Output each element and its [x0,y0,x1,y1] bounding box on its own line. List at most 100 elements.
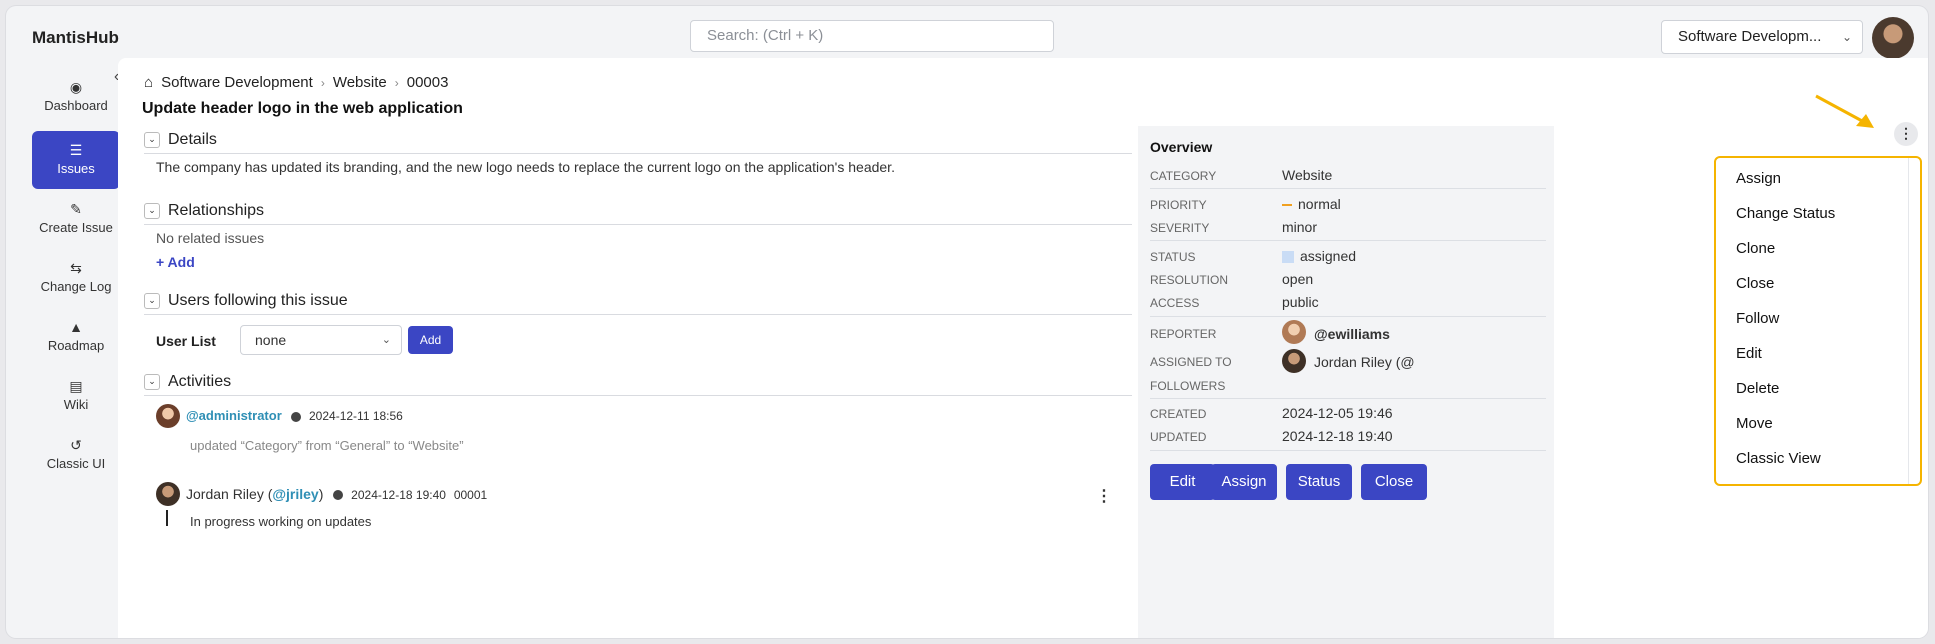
more-actions-icon[interactable]: ⋮ [1894,122,1918,146]
activity-note-id[interactable]: 00001 [454,488,487,502]
chevron-down-icon: ⌄ [144,203,160,219]
menu-item-clone[interactable]: Clone [1736,240,1775,257]
sidebar-item-label: Dashboard [44,98,108,113]
project-selector-value: Software Developm... [1678,28,1822,45]
page-title: Update header logo in the web applicatio… [142,100,463,117]
chevron-down-icon: ⌄ [144,374,160,390]
sidebar-item-dashboard[interactable]: ◉ Dashboard [32,68,120,126]
divider [1150,240,1546,241]
menu-item-edit[interactable]: Edit [1736,345,1762,362]
activity-menu-icon[interactable]: ⋮ [1096,486,1112,506]
menu-item-close[interactable]: Close [1736,275,1774,292]
add-relationship-link[interactable]: + Add [156,254,195,270]
field-label: PRIORITY [1150,198,1207,212]
sidebar-item-issues[interactable]: ☰ Issues [32,131,120,189]
resolution-value: open [1282,271,1314,287]
chevron-right-icon: › [394,75,399,90]
activities-section-toggle[interactable]: ⌄ Activities [144,373,231,391]
status-button[interactable]: Status [1286,464,1352,500]
clock-icon [333,490,344,501]
activity-text: updated “Category” from “General” to “We… [190,438,464,453]
relationships-section-toggle[interactable]: ⌄ Relationships [144,202,264,220]
sidebar-item-create-issue[interactable]: ✎ Create Issue [32,190,120,248]
breadcrumb-category[interactable]: Website [333,74,387,91]
divider [1150,316,1546,317]
severity-value: minor [1282,219,1318,235]
field-label: STATUS [1150,250,1196,264]
field-label: ACCESS [1150,296,1200,310]
search-input[interactable]: Search: (Ctrl + K) [690,20,1054,52]
activity-user-link[interactable]: @administrator [186,408,282,423]
sidebar-item-change-log[interactable]: ⇆ Change Log [32,249,120,307]
user-list-select[interactable]: none ⌄ [240,325,402,355]
menu-item-move[interactable]: Move [1736,415,1773,432]
sidebar-item-label: Wiki [63,397,89,412]
sidebar-item-wiki[interactable]: ▤ Wiki [32,367,120,425]
priority-text: normal [1298,196,1341,212]
menu-item-change-status[interactable]: Change Status [1736,205,1835,222]
sidebar-item-label: Classic UI [46,456,106,471]
field-label: ASSIGNED TO [1150,355,1232,369]
status-text: assigned [1300,248,1357,264]
access-value: public [1282,294,1319,310]
updated-value: 2024-12-18 19:40 [1282,428,1393,444]
history-icon: ↺ [70,437,82,453]
priority-value: normal [1282,196,1341,212]
sidebar-item-label: Change Log [40,279,112,294]
assigned-to-value[interactable]: Jordan Riley (@ [1314,354,1415,370]
status-value: assigned [1282,248,1356,264]
divider [1150,188,1546,189]
field-label: CATEGORY [1150,169,1217,183]
project-selector[interactable]: Software Developm... ⌄ [1661,20,1863,54]
followers-section-toggle[interactable]: ⌄ Users following this issue [144,292,348,310]
avatar [156,404,180,428]
assign-button[interactable]: Assign [1211,464,1277,500]
field-label: CREATED [1150,407,1207,421]
field-label: SEVERITY [1150,221,1210,235]
clock-icon [291,411,302,422]
divider [144,153,1132,154]
section-title: Details [168,131,217,148]
avatar [156,482,180,506]
field-label: FOLLOWERS [1150,379,1226,393]
menu-item-classic-view[interactable]: Classic View [1736,450,1821,467]
user-list-select-value: none [255,332,287,348]
sidebar-item-label: Issues [57,161,95,176]
menu-item-assign[interactable]: Assign [1736,170,1781,187]
field-label: REPORTER [1150,327,1217,341]
details-section-toggle[interactable]: ⌄ Details [144,131,217,149]
reporter-link[interactable]: @ewilliams [1314,326,1390,342]
activity-user-link[interactable]: @jriley [272,486,318,502]
activity-user-name-close: ) [318,486,324,502]
actions-menu: Assign Change Status Clone Close Follow … [1714,156,1922,486]
app-logo[interactable]: MantisHub [32,28,119,48]
user-avatar[interactable] [1872,17,1914,59]
sidebar: ◉ Dashboard ☰ Issues ✎ Create Issue ⇆ Ch… [6,68,120,638]
edit-button[interactable]: Edit [1150,464,1215,500]
home-icon[interactable]: ⌂ [144,74,153,91]
activity-text: In progress working on updates [190,514,372,529]
chevron-down-icon: ⌄ [1841,30,1852,44]
sidebar-item-classic-ui[interactable]: ↺ Classic UI [32,426,120,484]
activity-timestamp: 2024-12-11 18:56 [309,409,403,423]
overview-panel: Overview CATEGORY Website PRIORITY norma… [1138,126,1554,638]
divider [144,395,1132,396]
document-icon: ▤ [69,378,83,394]
breadcrumb-project[interactable]: Software Development [161,74,313,91]
menu-item-follow[interactable]: Follow [1736,310,1779,327]
close-button[interactable]: Close [1361,464,1427,500]
actions-menu-list: Assign Change Status Clone Close Follow … [1716,158,1909,484]
divider [144,224,1132,225]
change-log-icon: ⇆ [70,260,82,276]
avatar [1282,349,1306,373]
details-text: The company has updated its branding, an… [156,159,895,175]
activity-header: Jordan Riley (@jriley) 2024-12-18 19:40 … [186,486,487,502]
overview-title: Overview [1150,139,1213,155]
edit-icon: ✎ [70,201,82,217]
add-follower-button[interactable]: Add [408,326,453,354]
menu-item-delete[interactable]: Delete [1736,380,1779,397]
activity-header: @administrator 2024-12-11 18:56 [186,408,403,423]
avatar [1282,320,1306,344]
sidebar-item-roadmap[interactable]: ▲ Roadmap [32,308,120,366]
arrow-annotation-icon [1815,94,1874,128]
